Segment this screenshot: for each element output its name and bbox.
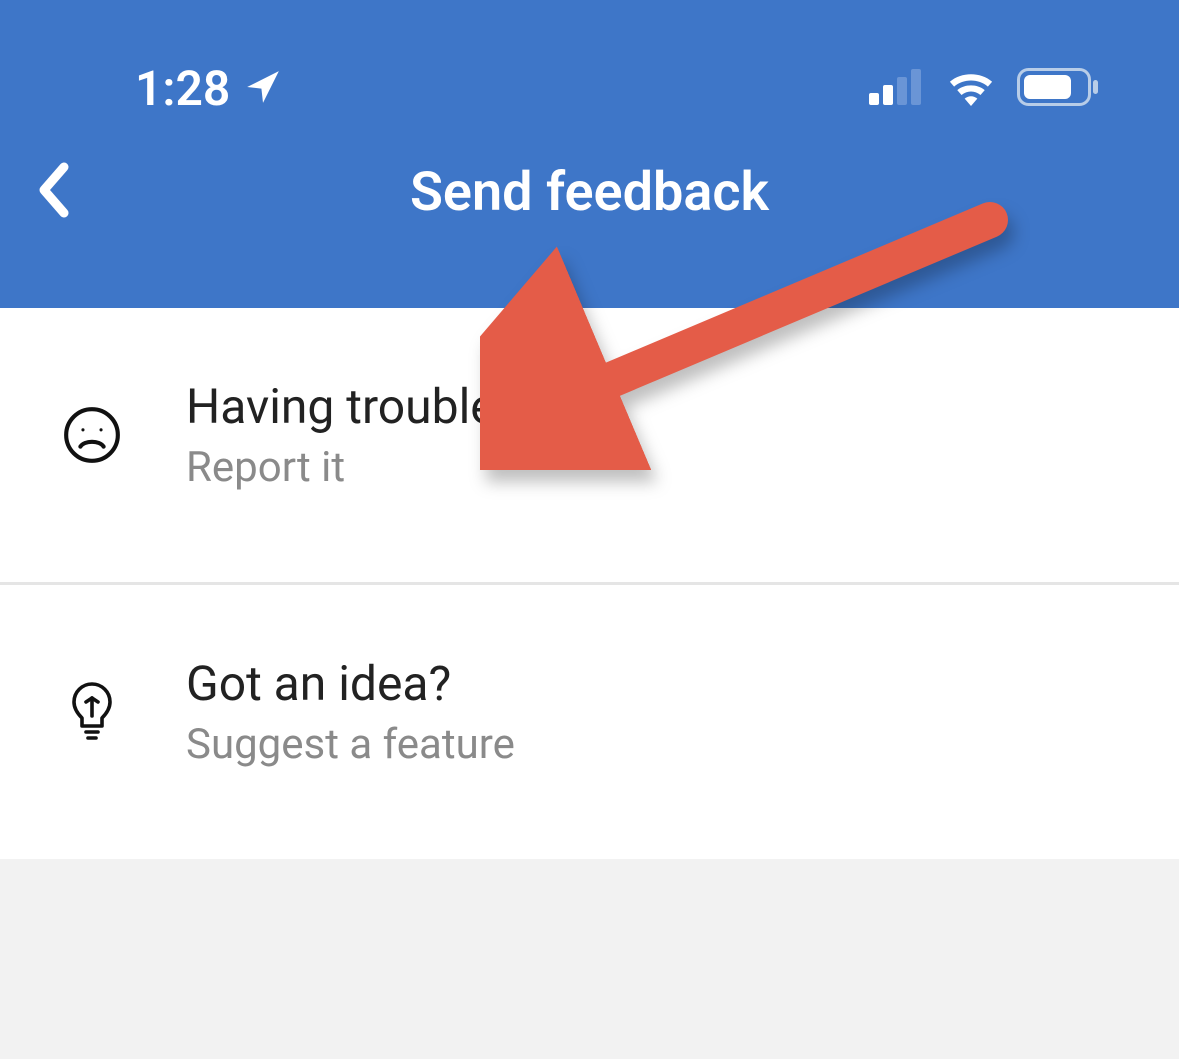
feedback-option-trouble[interactable]: Having trouble? Report it <box>0 308 1179 585</box>
cellular-signal-icon <box>869 69 925 109</box>
status-bar-right <box>869 68 1099 110</box>
wifi-icon <box>945 68 997 110</box>
status-bar: 1:28 <box>0 0 1179 117</box>
app-header: 1:28 <box>0 0 1179 308</box>
status-time: 1:28 <box>135 60 230 117</box>
feedback-option-title: Having trouble? <box>186 378 518 435</box>
lightbulb-icon <box>60 680 124 744</box>
location-icon <box>244 68 282 110</box>
feedback-option-subtitle: Report it <box>186 443 518 492</box>
feedback-option-subtitle: Suggest a feature <box>186 720 515 769</box>
status-bar-left: 1:28 <box>135 60 282 117</box>
feedback-option-title: Got an idea? <box>186 655 515 712</box>
nav-bar: Send feedback <box>0 117 1179 267</box>
sad-face-icon <box>60 404 124 466</box>
feedback-option-idea[interactable]: Got an idea? Suggest a feature <box>0 585 1179 859</box>
feedback-option-text: Having trouble? Report it <box>186 378 518 492</box>
feedback-options-list: Having trouble? Report it Got an idea? S… <box>0 308 1179 859</box>
bottom-spacer <box>0 859 1179 1059</box>
page-title: Send feedback <box>30 161 1149 224</box>
feedback-option-text: Got an idea? Suggest a feature <box>186 655 515 769</box>
back-button[interactable] <box>36 161 70 223</box>
battery-icon <box>1017 68 1099 110</box>
